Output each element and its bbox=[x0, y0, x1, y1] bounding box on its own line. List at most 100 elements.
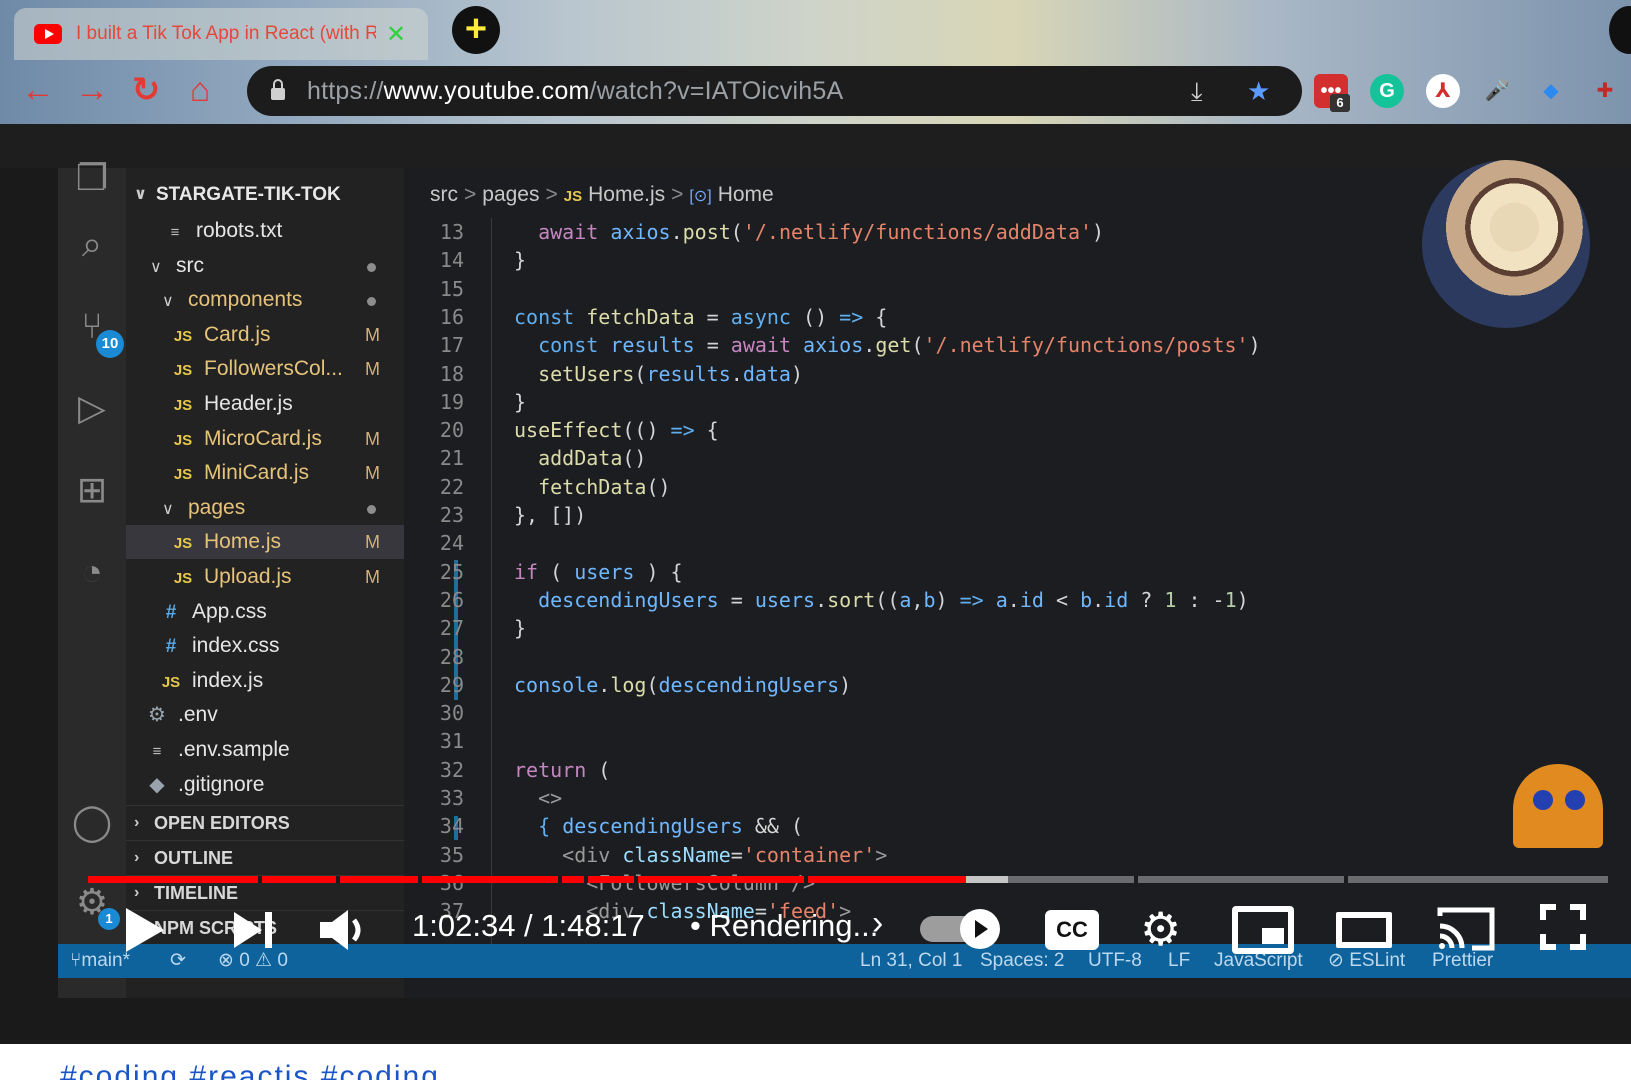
code-line: 29 console.log(descendingUsers) bbox=[404, 671, 1631, 699]
cast-icon[interactable] bbox=[1436, 904, 1496, 954]
code-line: 20 useEffect(() => { bbox=[404, 416, 1631, 444]
reload-icon[interactable]: ↻ bbox=[126, 70, 166, 110]
extension-menu-icon[interactable]: ••• 6 bbox=[1314, 74, 1350, 112]
tree-item[interactable]: ⚙ .env bbox=[126, 698, 404, 732]
tree-item[interactable]: ∨ pages bbox=[126, 491, 404, 525]
tree-item-label: pages bbox=[188, 495, 246, 519]
grammarly-extension-icon[interactable]: G bbox=[1370, 74, 1404, 108]
breadcrumb-separator: > bbox=[545, 183, 558, 206]
code-text: descendingUsers = users.sort((a,b) => a.… bbox=[538, 587, 1249, 612]
play-icon[interactable] bbox=[126, 908, 164, 952]
git-status-badge: M bbox=[365, 428, 380, 449]
tab-strip: I built a Tik Tok App in React (with R ✕… bbox=[0, 0, 1631, 60]
code-line: 23}, []) bbox=[404, 501, 1631, 529]
miniplayer-icon[interactable] bbox=[1232, 906, 1294, 954]
code-line: 24 bbox=[404, 529, 1631, 557]
video-progress-bar[interactable] bbox=[88, 876, 1608, 883]
source-control-badge: 10 bbox=[96, 330, 124, 358]
code-line: 35 <div className='container'> bbox=[404, 841, 1631, 869]
back-arrow-icon[interactable]: ← bbox=[18, 70, 58, 110]
chevron-right-icon[interactable]: › bbox=[872, 904, 883, 943]
puzzle-extensions-icon[interactable]: ✚ bbox=[1588, 74, 1622, 108]
line-number: 27 bbox=[439, 616, 464, 641]
code-line: 18 setUsers(results.data) bbox=[404, 360, 1631, 388]
tab-close-icon[interactable]: ✕ bbox=[386, 20, 406, 49]
git-status-badge: M bbox=[365, 463, 380, 484]
source-control-icon: ⑂ 10 bbox=[68, 302, 124, 358]
install-app-icon[interactable]: ⤓ bbox=[1191, 76, 1203, 108]
tree-item[interactable]: # App.css bbox=[126, 595, 404, 629]
tree-item[interactable]: JS Card.js M bbox=[126, 318, 404, 352]
next-video-icon[interactable] bbox=[232, 910, 276, 950]
js-file-icon: JS bbox=[173, 397, 193, 414]
chapter-title[interactable]: • Rendering... bbox=[690, 908, 878, 944]
gear-file-icon: ⚙ bbox=[148, 704, 166, 727]
url-text[interactable]: https://www.youtube.com/watch?v=IATOicvi… bbox=[307, 77, 843, 106]
tree-item-label: components bbox=[188, 288, 303, 312]
symbol-icon: [⊙] bbox=[689, 188, 712, 205]
tree-item[interactable]: ◆ .gitignore bbox=[126, 768, 404, 802]
new-tab-button[interactable]: + bbox=[452, 6, 500, 54]
git-status-badge: M bbox=[365, 324, 380, 345]
line-number: 18 bbox=[439, 361, 464, 386]
line-number: 26 bbox=[439, 587, 464, 612]
settings-gear-icon[interactable]: ⚙ bbox=[1140, 902, 1181, 956]
explorer-files-icon: ❐ bbox=[75, 157, 109, 198]
graduation-cap-extension-icon[interactable]: ◆ bbox=[1534, 74, 1568, 108]
youtube-favicon-icon bbox=[34, 24, 62, 44]
fullscreen-icon[interactable] bbox=[1540, 904, 1586, 950]
code-text: await axios.post('/.netlify/functions/ad… bbox=[538, 220, 1105, 244]
js-file-icon: JS bbox=[173, 466, 193, 484]
tree-item[interactable]: JS Home.js M bbox=[126, 525, 404, 560]
tree-item[interactable]: JS MicroCard.js M bbox=[126, 422, 404, 456]
window-control-edge[interactable] bbox=[1609, 6, 1631, 54]
acrobat-extension-icon[interactable]: ⅄ bbox=[1426, 74, 1460, 108]
code-line: 28 bbox=[404, 643, 1631, 671]
explorer-title: ∨ STARGATE-TIK-TOK bbox=[126, 178, 404, 212]
microphone-extension-icon[interactable]: 🎤 bbox=[1480, 74, 1514, 108]
chapter-divider bbox=[558, 876, 562, 883]
tree-item[interactable]: # index.css bbox=[126, 629, 404, 663]
tree-item[interactable]: ∨ src bbox=[126, 249, 404, 283]
tree-item[interactable]: ≡ robots.txt bbox=[126, 214, 404, 248]
txt-file-icon: ≡ bbox=[170, 224, 180, 241]
tree-item[interactable]: JS MiniCard.js M bbox=[126, 456, 404, 490]
code-text: if ( users ) { bbox=[514, 559, 683, 584]
tree-item-label: App.css bbox=[192, 599, 267, 623]
volume-icon[interactable] bbox=[318, 908, 368, 952]
line-number: 29 bbox=[439, 672, 464, 697]
code-text: addData() bbox=[538, 446, 647, 471]
tree-item[interactable]: JS Header.js bbox=[126, 387, 404, 421]
tree-item-label: Card.js bbox=[204, 322, 271, 346]
line-number: 30 bbox=[439, 701, 464, 726]
browser-tab[interactable]: I built a Tik Tok App in React (with R ✕ bbox=[14, 8, 428, 60]
tree-item[interactable]: JS index.js bbox=[126, 664, 404, 698]
ghost-eye bbox=[1533, 790, 1553, 810]
bookmark-star-icon[interactable]: ★ bbox=[1247, 76, 1270, 107]
code-text: useEffect(() => { bbox=[514, 418, 719, 443]
page-below-player: #coding #reactjs #coding bbox=[0, 1044, 1631, 1080]
account-icon: ◯ bbox=[71, 801, 113, 842]
code-text: const results = await axios.get('/.netli… bbox=[538, 333, 1261, 358]
tree-item-label: .gitignore bbox=[178, 772, 265, 796]
autoplay-toggle[interactable] bbox=[920, 909, 1000, 949]
code-line: 17 const results = await axios.get('/.ne… bbox=[404, 331, 1631, 359]
theater-mode-icon[interactable] bbox=[1336, 912, 1392, 948]
tree-item[interactable]: JS FollowersCol... M bbox=[126, 352, 404, 386]
address-bar[interactable]: https://www.youtube.com/watch?v=IATOicvi… bbox=[247, 66, 1302, 116]
video-player[interactable]: ❐ ⌕ ⑂ 10 ▷ ⊞ ◔ ◯ ⚙ 1 ∨ STARGATE-TIK-TOK ≡ ro… bbox=[0, 124, 1631, 1044]
tree-item[interactable]: ∨ components bbox=[126, 283, 404, 317]
code-text: }, []) bbox=[514, 503, 587, 527]
tree-item-label: MiniCard.js bbox=[204, 461, 310, 485]
forward-arrow-icon[interactable]: → bbox=[72, 70, 112, 110]
captions-button[interactable]: CC bbox=[1045, 910, 1099, 950]
hashtags-text[interactable]: #coding #reactjs #coding bbox=[60, 1060, 440, 1080]
activity-bar: ❐ ⌕ ⑂ 10 ▷ ⊞ ◔ ◯ ⚙ 1 bbox=[58, 157, 126, 998]
lock-icon[interactable] bbox=[271, 79, 285, 100]
tree-item[interactable]: ≡ .env.sample bbox=[126, 733, 404, 767]
tree-item[interactable]: JS Upload.js M bbox=[126, 560, 404, 594]
js-file-icon: JS bbox=[173, 535, 193, 553]
code-line: 19} bbox=[404, 388, 1631, 416]
home-icon[interactable]: ⌂ bbox=[180, 70, 220, 110]
chapter-divider bbox=[804, 876, 808, 883]
